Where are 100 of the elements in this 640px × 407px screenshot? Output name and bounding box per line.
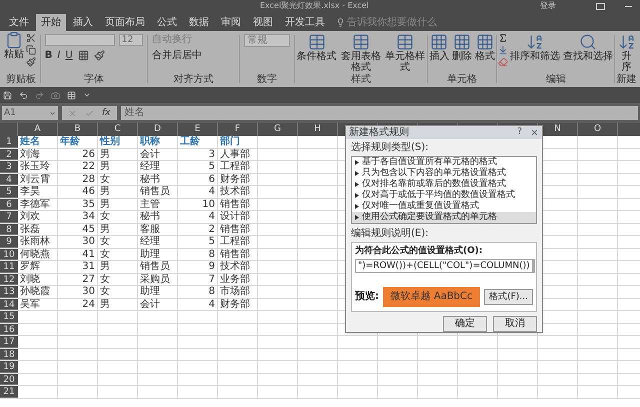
- ribbon-tab[interactable]: 页面布局: [100, 14, 150, 31]
- ribbon-button[interactable]: 格式: [474, 33, 496, 62]
- rule-type-item[interactable]: 基于各自值设置所有单元格的格式: [352, 157, 536, 168]
- fill-icon[interactable]: [94, 50, 105, 61]
- table-cell-text: 31: [81, 261, 96, 272]
- row-header[interactable]: 9: [0, 236, 18, 248]
- row-header[interactable]: 15: [0, 311, 18, 322]
- ribbon-tab[interactable]: 插入: [68, 14, 98, 31]
- table-cell-text: 秘书: [139, 174, 161, 185]
- column-header[interactable]: D: [138, 123, 178, 136]
- ribbon-button[interactable]: 套用表格格式: [340, 33, 382, 73]
- row-header[interactable]: 19: [0, 361, 18, 372]
- ribbon-tab[interactable]: 数据: [184, 14, 214, 31]
- preview-sample: 微软卓越 AaBbCc: [383, 287, 480, 307]
- row-header[interactable]: 11: [0, 261, 18, 272]
- row-header[interactable]: 4: [0, 174, 18, 185]
- table-cell-text: 采购员: [139, 274, 171, 285]
- rule-type-item[interactable]: 只为包含以下内容的单元格设置格式: [352, 168, 536, 179]
- sign-in-link[interactable]: 登录: [540, 2, 556, 10]
- undo-icon[interactable]: [19, 90, 28, 100]
- column-header[interactable]: C: [98, 123, 138, 136]
- ribbon-button[interactable]: 插入: [428, 33, 450, 62]
- cut-icon[interactable]: [26, 33, 36, 43]
- ribbon-button[interactable]: 升序: [620, 33, 633, 73]
- merge-center-button[interactable]: 合并后居中: [152, 51, 236, 61]
- table-cell-text: 孙晓霞: [19, 286, 51, 298]
- rule-type-item[interactable]: 仅对高于或低于平均值的数值设置格式: [352, 190, 536, 201]
- font-name-field[interactable]: [44, 34, 115, 46]
- row-header[interactable]: 16: [0, 324, 18, 335]
- ribbon-tab[interactable]: 审阅: [216, 14, 246, 31]
- column-header[interactable]: A: [18, 123, 58, 136]
- column-header[interactable]: H: [298, 123, 338, 136]
- redo-icon[interactable]: [35, 90, 44, 100]
- table-cell-text: 刘欢: [19, 211, 41, 222]
- tell-me-field[interactable]: 告诉我你想要做什么: [347, 15, 457, 30]
- row-header[interactable]: 18: [0, 348, 18, 360]
- table-icon[interactable]: [67, 90, 76, 100]
- row-header[interactable]: 1: [0, 136, 18, 148]
- rule-type-item[interactable]: 使用公式确定要设置格式的单元格: [352, 212, 536, 223]
- save-icon[interactable]: [3, 90, 12, 100]
- format-button[interactable]: 格式(F)...: [484, 289, 533, 305]
- table-cell-text: 人事部: [219, 148, 251, 160]
- font-style-button[interactable]: B: [44, 50, 52, 60]
- row-header[interactable]: 13: [0, 286, 18, 298]
- row-header[interactable]: 5: [0, 186, 18, 198]
- triangle-icon: [355, 215, 359, 220]
- row-header[interactable]: 14: [0, 298, 18, 310]
- ribbon-tab[interactable]: 开发工具: [280, 14, 330, 31]
- ribbon-tab[interactable]: 文件: [4, 14, 34, 31]
- ribbon-tab[interactable]: 开始: [36, 14, 66, 31]
- column-header[interactable]: F: [218, 123, 258, 136]
- ribbon-button[interactable]: 条件格式: [296, 33, 338, 73]
- customize-icon[interactable]: [83, 91, 91, 99]
- ribbon-button[interactable]: 删除: [451, 33, 474, 62]
- camera-icon[interactable]: [51, 90, 60, 100]
- ribbon-button[interactable]: 排序和筛选: [508, 33, 561, 67]
- row-header[interactable]: 2: [0, 148, 18, 160]
- row-header[interactable]: 8: [0, 224, 18, 235]
- cancel-button[interactable]: 取消: [493, 316, 537, 332]
- table-cell-text: 4: [208, 211, 216, 222]
- close-icon[interactable]: [530, 128, 539, 137]
- table-cell-text: 6: [208, 174, 216, 185]
- row-header[interactable]: 21: [0, 386, 18, 398]
- formula-field[interactable]: 姓名: [120, 106, 638, 120]
- brush-icon[interactable]: [26, 57, 36, 67]
- row-header[interactable]: 10: [0, 248, 18, 260]
- font-style-button[interactable]: U: [65, 50, 73, 60]
- font-style-button[interactable]: I: [57, 50, 60, 60]
- border-icon[interactable]: [78, 50, 89, 61]
- ribbon-button[interactable]: 查找和选择: [562, 33, 614, 67]
- row-header[interactable]: 6: [0, 198, 18, 210]
- help-button[interactable]: ?: [517, 128, 522, 137]
- column-header[interactable]: O: [578, 123, 618, 136]
- ribbon-button[interactable]: 单元格样式: [384, 33, 426, 73]
- ribbon-icon: [578, 33, 597, 51]
- column-header[interactable]: G: [258, 123, 298, 136]
- ok-button[interactable]: 确定: [443, 316, 487, 332]
- table-cell-text: 设计部: [219, 211, 251, 222]
- rule-type-item[interactable]: 仅对唯一值或重复值设置格式: [352, 201, 536, 212]
- row-header[interactable]: 12: [0, 274, 18, 285]
- restore-icon[interactable]: [596, 2, 605, 10]
- ribbon-tab[interactable]: 视图: [248, 14, 278, 31]
- insert-function-button[interactable]: fx: [102, 108, 110, 118]
- name-box[interactable]: A1: [2, 106, 58, 120]
- table-cell-text: 41: [81, 248, 96, 260]
- font-size-field[interactable]: 12: [118, 34, 143, 46]
- rule-type-item[interactable]: 仅对排名靠前或靠后的数值设置格式: [352, 179, 536, 190]
- row-header[interactable]: 3: [0, 161, 18, 172]
- row-header[interactable]: 7: [0, 211, 18, 222]
- sum-icon[interactable]: [498, 33, 508, 43]
- table-cell-text: 刘海: [19, 148, 41, 160]
- ribbon-button[interactable]: 粘贴: [2, 31, 26, 60]
- copy-icon[interactable]: [26, 45, 36, 55]
- formula-input[interactable]: ")=ROW())+(CELL("COL")=COLUMN()): [355, 259, 533, 273]
- column-header[interactable]: E: [178, 123, 218, 136]
- ribbon-tab[interactable]: 公式: [152, 14, 182, 31]
- column-header[interactable]: B: [58, 123, 98, 136]
- row-header[interactable]: 20: [0, 374, 18, 385]
- table-cell-text: 27: [81, 274, 96, 285]
- row-header[interactable]: 17: [0, 336, 18, 348]
